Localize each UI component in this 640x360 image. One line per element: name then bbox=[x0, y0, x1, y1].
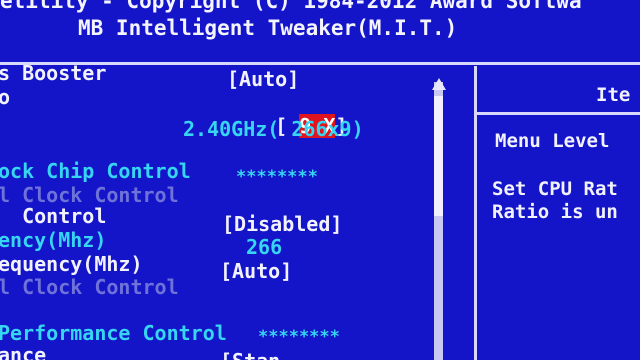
ratio-label: o bbox=[0, 85, 11, 109]
control-label: Control bbox=[0, 204, 107, 228]
frequency-mhz-label: ency(Mhz) bbox=[0, 228, 107, 252]
help-panel-divider bbox=[474, 66, 477, 360]
help-menu-level: Menu Level bbox=[495, 130, 610, 152]
performance-control-heading: Performance Control bbox=[0, 321, 227, 345]
booster-label: s Booster bbox=[0, 61, 107, 85]
cpu-frequency-readout: 2.40GHz( 266x9) bbox=[183, 117, 364, 141]
control-value[interactable]: [Disabled] bbox=[222, 213, 342, 235]
booster-value[interactable]: [Auto] bbox=[227, 68, 299, 90]
bios-screen: etility - Copyright (C) 1984-2012 Award … bbox=[0, 0, 640, 360]
last-item-label: ance bbox=[0, 343, 47, 360]
frequency2-label: equency(Mhz) bbox=[0, 252, 143, 276]
copyright-text: etility - Copyright (C) 1984-2012 Award … bbox=[0, 0, 582, 13]
frequency-mhz-value: 266 bbox=[246, 235, 283, 259]
clock-chip-stars: ******** bbox=[236, 167, 318, 187]
performance-stars: ******** bbox=[258, 327, 340, 347]
help-line-1: Set CPU Rat bbox=[492, 178, 618, 200]
help-panel-title: Ite bbox=[596, 84, 631, 106]
grayed-clock-control-2: l Clock Control bbox=[0, 275, 179, 299]
clock-chip-control-heading: ock Chip Control bbox=[0, 159, 191, 183]
last-item-value[interactable]: [Stan bbox=[220, 350, 280, 360]
scrollbar-thumb[interactable] bbox=[434, 96, 443, 216]
scroll-up-arrow-icon[interactable] bbox=[432, 78, 446, 90]
help-line-2: Ratio is un bbox=[492, 201, 618, 223]
frequency2-value[interactable]: [Auto] bbox=[220, 260, 292, 282]
page-title: MB Intelligent Tweaker(M.I.T.) bbox=[78, 16, 458, 40]
grayed-clock-control-1: l Clock Control bbox=[0, 183, 179, 207]
help-title-divider bbox=[477, 112, 640, 115]
